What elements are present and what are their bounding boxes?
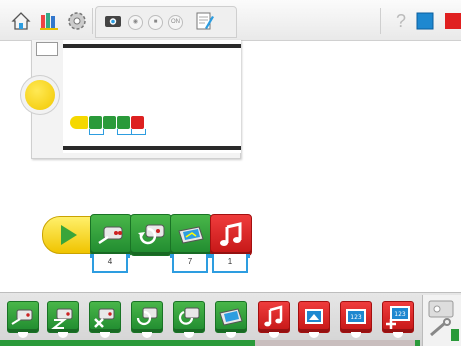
- home-icon[interactable]: [10, 10, 32, 32]
- screen-icon[interactable]: [416, 12, 434, 30]
- svg-text:123: 123: [394, 311, 406, 318]
- mini-param: [131, 129, 146, 135]
- mini-display-block: [117, 116, 130, 129]
- gear-icon[interactable]: [66, 10, 88, 32]
- top-toolbar: ◉ ■ ON ?: [0, 0, 461, 41]
- on-label: ON: [171, 19, 180, 25]
- display-param[interactable]: 7: [172, 254, 208, 273]
- motor-icon: [98, 226, 123, 245]
- tools-icon[interactable]: [423, 295, 461, 345]
- preview-sheet: [63, 40, 241, 153]
- sound-block[interactable]: [210, 214, 252, 256]
- motor-turn-block[interactable]: [130, 214, 172, 256]
- motor-off-icon[interactable]: [89, 301, 121, 338]
- exit-icon[interactable]: [445, 12, 461, 30]
- display-number-icon[interactable]: 123: [340, 301, 372, 338]
- play-icon: [61, 225, 77, 245]
- motor-forward-icon[interactable]: [7, 301, 39, 338]
- preview-thumbnail[interactable]: [36, 42, 58, 56]
- block-palette: 123 123: [0, 292, 461, 346]
- video-icon[interactable]: ■: [148, 15, 163, 30]
- toolbar-separator: [92, 8, 93, 34]
- music-note-icon: [220, 222, 242, 246]
- background-icon[interactable]: [298, 301, 330, 338]
- turn-arrow-icon: [138, 224, 165, 245]
- books-icon[interactable]: [38, 10, 60, 32]
- add-number-icon[interactable]: 123: [382, 301, 414, 338]
- mini-sound-block: [131, 116, 144, 129]
- mini-param: [117, 129, 132, 135]
- sound-param[interactable]: 1: [212, 254, 248, 273]
- display-block[interactable]: [170, 214, 212, 256]
- note-icon[interactable]: [193, 10, 215, 32]
- yellow-record-button[interactable]: [25, 80, 55, 110]
- display-icon: [178, 226, 204, 244]
- mini-motor-block: [89, 116, 102, 129]
- motor-turn-left-icon[interactable]: [131, 301, 163, 338]
- help-icon[interactable]: ?: [390, 10, 412, 32]
- mini-turn-block: [103, 116, 116, 129]
- preview-top-bar: [63, 44, 241, 48]
- preview-bottom-bar: [63, 146, 241, 150]
- palette-red-strip: [255, 340, 415, 346]
- screen-preview-panel: [31, 40, 241, 159]
- mini-start-block: [70, 116, 88, 129]
- on-icon[interactable]: ON: [168, 15, 183, 30]
- motor-forward-block[interactable]: [90, 214, 132, 256]
- svg-text:123: 123: [350, 314, 362, 321]
- palette-side-panel: [422, 295, 461, 346]
- motor-stop-icon[interactable]: [47, 301, 79, 338]
- camera-icon[interactable]: [104, 12, 122, 30]
- motor-turn-right-icon[interactable]: [173, 301, 205, 338]
- mini-param: [89, 129, 104, 135]
- toolbar-separator: [380, 8, 381, 34]
- sound-icon[interactable]: [258, 301, 290, 338]
- motor-forward-param[interactable]: 4: [92, 254, 128, 273]
- photo-icon[interactable]: ◉: [128, 15, 143, 30]
- motor-display-icon[interactable]: [215, 301, 247, 338]
